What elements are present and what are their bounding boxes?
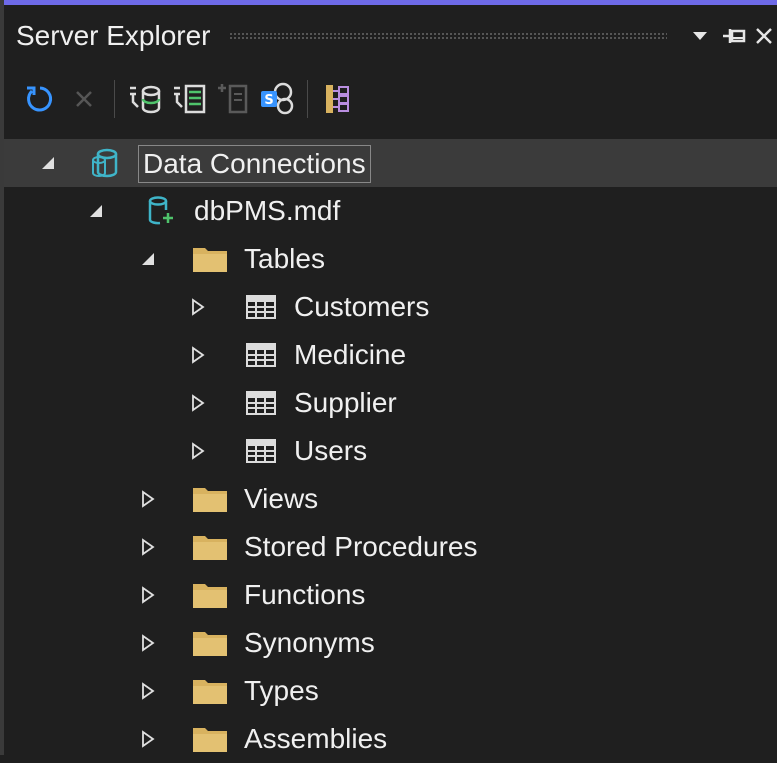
show-hierarchy-icon[interactable]	[316, 75, 360, 123]
expand-arrow-icon[interactable]	[136, 487, 160, 511]
folder-icon	[190, 530, 230, 564]
tree-item-synonyms[interactable]: Synonyms	[4, 619, 777, 667]
folder-icon	[190, 626, 230, 660]
tree-item-medicine[interactable]: Medicine	[4, 331, 777, 379]
tree-item-label: Types	[244, 675, 319, 706]
tree-item-users[interactable]: Users	[4, 427, 777, 475]
collapse-arrow-icon[interactable]	[136, 247, 160, 271]
tree-item-tables[interactable]: Tables	[4, 235, 777, 283]
toolbar-separator	[114, 80, 115, 118]
tree-item-label: Data Connections	[138, 145, 371, 183]
connect-to-server-icon[interactable]	[167, 75, 211, 123]
table-icon	[244, 290, 278, 324]
tree-item-views[interactable]: Views	[4, 475, 777, 523]
expand-arrow-icon[interactable]	[136, 679, 160, 703]
tree-item-stored-procedures[interactable]: Stored Procedures	[4, 523, 777, 571]
folder-icon	[190, 242, 230, 276]
tree-item-label: Customers	[294, 291, 430, 322]
dropdown-icon[interactable]	[683, 16, 717, 56]
refresh-icon[interactable]	[18, 75, 62, 123]
tree-item-label: Views	[244, 483, 319, 514]
table-icon	[244, 386, 278, 420]
expand-arrow-icon[interactable]	[136, 631, 160, 655]
expand-arrow-icon[interactable]	[136, 535, 160, 559]
folder-icon	[190, 722, 230, 756]
folder-icon	[190, 578, 230, 612]
folder-icon	[190, 674, 230, 708]
drag-grip[interactable]	[228, 32, 667, 40]
tree-item-label: Medicine	[294, 339, 407, 370]
tree-item-functions[interactable]: Functions	[4, 571, 777, 619]
collapse-arrow-icon[interactable]	[84, 199, 108, 223]
tree-item-data-connections[interactable]: Data Connections	[4, 139, 777, 187]
tree-item-dbpms-mdf[interactable]: dbPMS.mdf	[4, 187, 777, 235]
close-icon[interactable]	[751, 16, 777, 56]
folder-icon	[190, 482, 230, 516]
window-title: Server Explorer	[16, 20, 211, 51]
expand-arrow-icon[interactable]	[186, 295, 210, 319]
data-connections-icon	[88, 146, 122, 180]
database-file-icon	[146, 194, 176, 228]
tree-item-supplier[interactable]: Supplier	[4, 379, 777, 427]
title-bar: Server Explorer	[4, 5, 777, 67]
tree-item-label: Assemblies	[244, 723, 388, 754]
toolbar: S	[4, 67, 777, 131]
tree-item-label: Functions	[244, 579, 366, 610]
collapse-arrow-icon[interactable]	[36, 151, 60, 175]
table-icon	[244, 338, 278, 372]
expand-arrow-icon[interactable]	[186, 439, 210, 463]
expand-arrow-icon[interactable]	[136, 727, 160, 751]
tree-item-label: Supplier	[294, 387, 397, 418]
pin-icon[interactable]	[717, 16, 751, 56]
tree-item-label: Users	[294, 435, 368, 466]
tree-item-assemblies[interactable]: Assemblies	[4, 715, 777, 763]
svg-text:S: S	[264, 93, 273, 108]
expand-arrow-icon[interactable]	[186, 343, 210, 367]
tree-item-label: Stored Procedures	[244, 531, 478, 562]
tree-item-label: Synonyms	[244, 627, 375, 658]
stop-icon[interactable]	[62, 75, 106, 123]
tree-item-types[interactable]: Types	[4, 667, 777, 715]
expand-arrow-icon[interactable]	[186, 391, 210, 415]
connect-to-sharepoint-icon[interactable]: S	[255, 75, 299, 123]
expand-arrow-icon[interactable]	[136, 583, 160, 607]
table-icon	[244, 434, 278, 468]
add-data-source-icon[interactable]	[211, 75, 255, 123]
tree-item-customers[interactable]: Customers	[4, 283, 777, 331]
connect-to-database-icon[interactable]	[123, 75, 167, 123]
tree-item-label: dbPMS.mdf	[194, 195, 341, 226]
tree-item-label: Tables	[244, 243, 325, 274]
toolbar-separator	[307, 80, 308, 118]
